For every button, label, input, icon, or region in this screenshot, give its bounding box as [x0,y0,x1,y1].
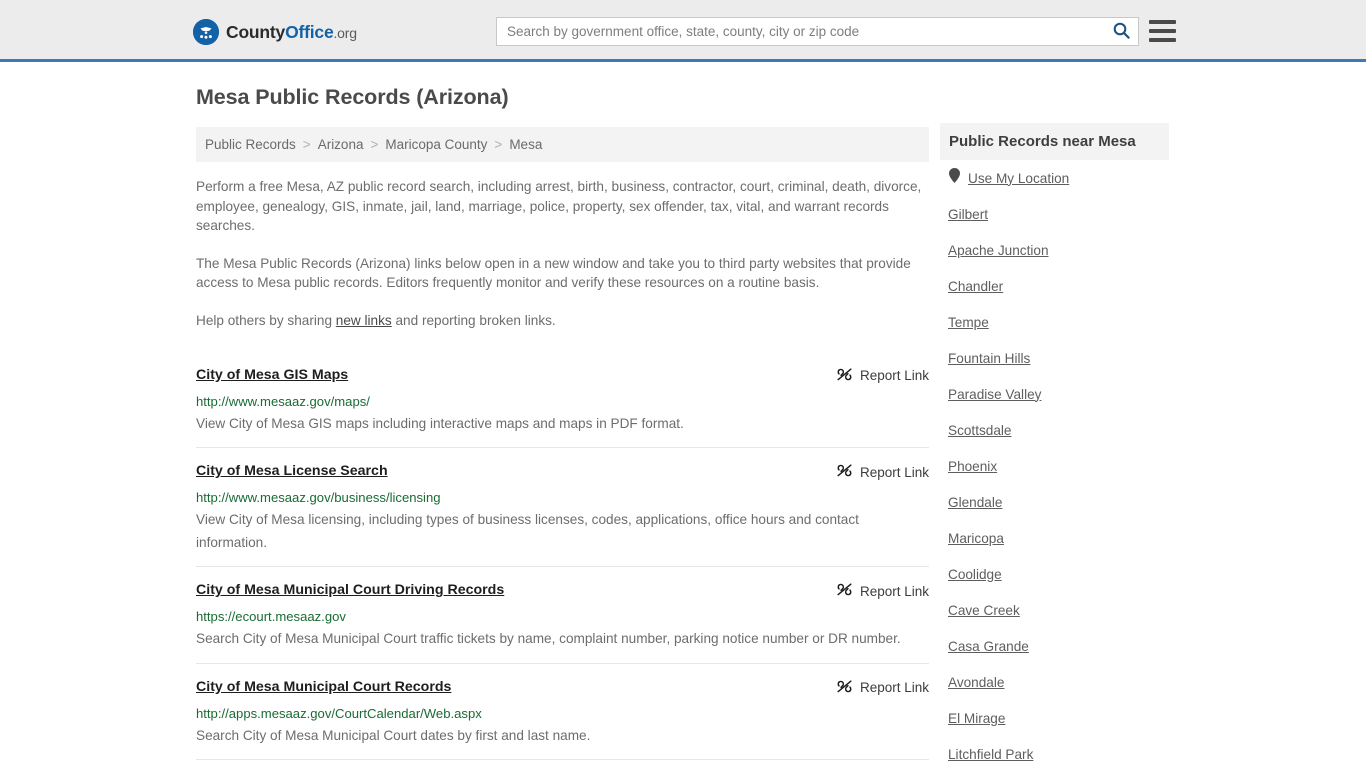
report-link-button[interactable]: Report Link [836,679,929,697]
sidebar-item-coolidge[interactable]: Coolidge [940,556,1169,592]
report-link-button[interactable]: Report Link [836,582,929,600]
city-link[interactable]: Chandler [948,279,1003,294]
city-link[interactable]: Phoenix [948,459,997,474]
city-link[interactable]: Avondale [948,675,1004,690]
report-link-button[interactable]: Report Link [836,463,929,481]
sidebar-item-phoenix[interactable]: Phoenix [940,448,1169,484]
breadcrumb-item-mesa: Mesa [509,137,543,152]
record-url-link[interactable]: http://apps.mesaaz.gov/CourtCalendar/Web… [196,705,929,722]
city-link[interactable]: Apache Junction [948,243,1049,258]
breadcrumb-separator: > [302,137,311,152]
record-title-link[interactable]: City of Mesa Municipal Court Records [196,678,451,696]
city-link[interactable]: Glendale [948,495,1002,510]
report-link-label: Report Link [859,583,929,599]
sidebar-item-maricopa[interactable]: Maricopa [940,520,1169,556]
intro-p3-before: Help others by sharing [196,312,336,328]
city-link[interactable]: Maricopa [948,531,1004,546]
page-title: Mesa Public Records (Arizona) [196,85,509,109]
sidebar-item-use-my-location[interactable]: Use My Location [940,160,1169,196]
sidebar-item-scottsdale[interactable]: Scottsdale [940,412,1169,448]
records-list: City of Mesa GIS Maps Report Link http:/… [196,352,929,768]
city-link[interactable]: Coolidge [948,567,1002,582]
main-content: Mesa Public Records (Arizona) Public Rec… [196,85,929,768]
intro-p3-after: and reporting broken links. [391,312,556,328]
breadcrumb-separator: > [494,137,503,152]
sidebar-title: Public Records near Mesa [940,123,1169,160]
city-link[interactable]: Gilbert [948,207,988,222]
record-item: City of Mesa Municipal Court Driving Rec… [196,566,929,663]
city-link[interactable]: Paradise Valley [948,387,1041,402]
record-description: Search City of Mesa Municipal Court date… [196,727,591,743]
report-link-button[interactable]: Report Link [836,367,929,385]
broken-link-icon [836,463,853,481]
report-link-label: Report Link [859,464,929,480]
sidebar-item-paradise-valley[interactable]: Paradise Valley [940,376,1169,412]
record-url-link[interactable]: https://ecourt.mesaaz.gov [196,608,929,625]
city-link[interactable]: Tempe [948,315,989,330]
broken-link-icon [836,679,853,697]
map-pin-icon [949,168,960,188]
search-input[interactable] [497,18,1104,45]
logo-text-county: County [226,21,286,42]
broken-link-icon [836,582,853,600]
breadcrumb: Public Records > Arizona > Maricopa Coun… [196,127,929,162]
report-link-label: Report Link [859,680,929,696]
record-url-link[interactable]: http://www.mesaaz.gov/business/licensing [196,489,929,506]
sidebar-item-chandler[interactable]: Chandler [940,268,1169,304]
city-link[interactable]: El Mirage [948,711,1005,726]
record-item: City of Mesa License Search Report Link … [196,447,929,566]
intro-paragraph-1: Perform a free Mesa, AZ public record se… [196,179,922,234]
intro-text: Perform a free Mesa, AZ public record se… [196,177,929,331]
search-icon [1113,22,1130,42]
sidebar-item-el-mirage[interactable]: El Mirage [940,700,1169,736]
breadcrumb-item-maricopa-county[interactable]: Maricopa County [385,137,487,152]
intro-paragraph-3: Help others by sharing new links and rep… [196,311,929,331]
city-link[interactable]: Litchfield Park [948,747,1033,762]
sidebar-item-fountain-hills[interactable]: Fountain Hills [940,340,1169,376]
record-url-link[interactable]: http://www.mesaaz.gov/maps/ [196,393,929,410]
record-title-link[interactable]: City of Mesa Municipal Court Driving Rec… [196,581,504,599]
search-button[interactable] [1104,18,1138,45]
record-description: Search City of Mesa Municipal Court traf… [196,631,901,647]
eagle-seal-icon [193,19,219,45]
new-links-link[interactable]: new links [336,313,392,328]
record-title-link[interactable]: City of Mesa GIS Maps [196,366,348,384]
broken-link-icon [836,367,853,385]
sidebar-item-glendale[interactable]: Glendale [940,484,1169,520]
record-title-link[interactable]: City of Mesa License Search [196,462,388,480]
logo-text-office: Office [285,21,334,42]
sidebar-item-avondale[interactable]: Avondale [940,664,1169,700]
breadcrumb-item-public-records[interactable]: Public Records [205,137,296,152]
city-link[interactable]: Fountain Hills [948,351,1030,366]
city-link[interactable]: Casa Grande [948,639,1029,654]
sidebar-city-list: Use My Location Gilbert Apache Junction … [940,160,1169,768]
logo-wordmark: CountyOffice.org [226,22,357,43]
sidebar-item-casa-grande[interactable]: Casa Grande [940,628,1169,664]
intro-paragraph-2: The Mesa Public Records (Arizona) links … [196,255,911,291]
logo-text-tld: .org [333,24,357,41]
use-my-location-link[interactable]: Use My Location [968,171,1069,186]
record-description: View City of Mesa licensing, including t… [196,512,859,550]
hamburger-menu-icon[interactable] [1149,20,1176,42]
breadcrumb-item-arizona[interactable]: Arizona [318,137,364,152]
sidebar-item-tempe[interactable]: Tempe [940,304,1169,340]
sidebar-item-cave-creek[interactable]: Cave Creek [940,592,1169,628]
sidebar-item-apache-junction[interactable]: Apache Junction [940,232,1169,268]
site-header: CountyOffice.org [0,0,1366,62]
site-logo[interactable]: CountyOffice.org [193,19,357,45]
city-link[interactable]: Scottsdale [948,423,1011,438]
city-link[interactable]: Cave Creek [948,603,1020,618]
record-item: City of Mesa Municipal Court Records Rep… [196,662,929,760]
record-item: City of Mesa Police Department Crime Rep… [196,759,929,768]
nearby-records-sidebar: Public Records near Mesa Use My Location… [940,123,1169,768]
breadcrumb-separator: > [370,137,379,152]
sidebar-item-gilbert[interactable]: Gilbert [940,196,1169,232]
sidebar-item-litchfield-park[interactable]: Litchfield Park [940,736,1169,768]
report-link-label: Report Link [859,368,929,384]
record-description: View City of Mesa GIS maps including int… [196,415,684,431]
search-bar[interactable] [496,17,1139,46]
record-item: City of Mesa GIS Maps Report Link http:/… [196,352,929,448]
